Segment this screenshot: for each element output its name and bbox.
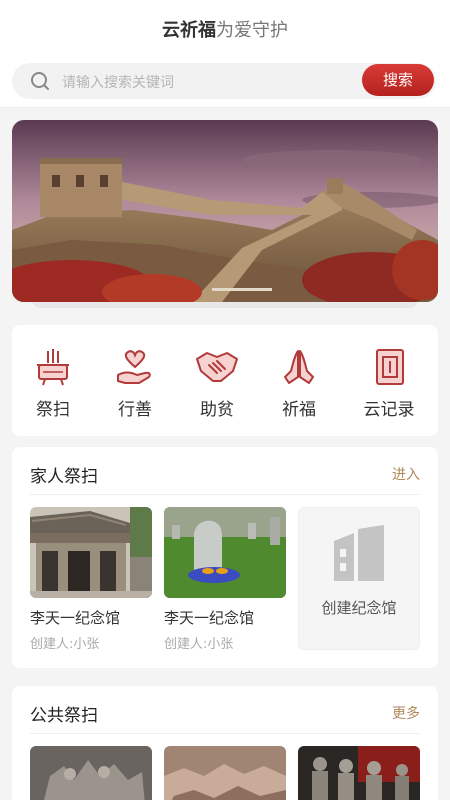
memorial-name: 李天一纪念馆: [164, 609, 255, 627]
public-memorial-card[interactable]: [298, 746, 420, 800]
section-header: 公共祭扫 更多: [30, 686, 420, 734]
search-button[interactable]: 搜索: [362, 64, 434, 96]
tombstone-photo: [164, 507, 286, 598]
section-header: 家人祭扫 进入: [30, 447, 420, 495]
memorial-card[interactable]: 李天一纪念馆 创建人:小张: [30, 507, 152, 652]
relief-sculpture-photo: [30, 746, 152, 800]
section-title: 家人祭扫: [30, 467, 98, 487]
mountain-relief-photo: [164, 746, 286, 800]
feature-menu: 祭扫 行善 助贫 祈福 云记录: [12, 325, 438, 436]
public-sweep-section: 公共祭扫 更多: [12, 686, 438, 800]
menu-label: 祭扫: [36, 400, 70, 420]
praying-hands-icon: [284, 350, 314, 384]
great-wall-photo: [12, 120, 438, 302]
memorial-card[interactable]: 李天一纪念馆 创建人:小张: [164, 507, 286, 652]
search-icon: [31, 72, 49, 90]
search-input[interactable]: 请输入搜索关键词: [62, 72, 174, 92]
header: 云祈福为爱守护 请输入搜索关键词 搜索: [0, 0, 450, 108]
menu-item-charity[interactable]: 行善: [100, 347, 170, 420]
ancestral-hall-photo: [30, 507, 152, 598]
handshake-icon: [196, 352, 238, 382]
menu-label: 云记录: [363, 400, 415, 420]
enter-link[interactable]: 进入: [392, 464, 420, 484]
record-book-icon: [376, 349, 404, 385]
search-bar[interactable]: 请输入搜索关键词 搜索: [12, 63, 436, 99]
memorial-creator: 创建人:小张: [30, 637, 100, 652]
banner-carousel[interactable]: [12, 120, 438, 302]
public-memorial-card[interactable]: [164, 746, 286, 800]
app-title-slogan: 为爱守护: [216, 20, 288, 41]
create-memorial-button[interactable]: 创建纪念馆: [298, 507, 420, 650]
public-memorial-card[interactable]: [30, 746, 152, 800]
menu-label: 祈福: [282, 400, 316, 420]
more-link[interactable]: 更多: [392, 703, 420, 723]
create-memorial-label: 创建纪念馆: [321, 599, 397, 617]
app-title: 云祈福为爱守护: [0, 16, 450, 42]
memorial-name: 李天一纪念馆: [30, 609, 121, 627]
menu-label: 助贫: [200, 400, 234, 420]
menu-item-poverty-aid[interactable]: 助贫: [182, 347, 252, 420]
menu-label: 行善: [118, 400, 152, 420]
memorial-creator: 创建人:小张: [164, 637, 234, 652]
family-sweep-section: 家人祭扫 进入 李天一纪念馆 创建人:小张 李天一纪念馆 创建人:小张 创建纪念…: [12, 447, 438, 668]
statues-photo: [298, 746, 420, 800]
menu-item-sweep[interactable]: 祭扫: [18, 347, 88, 420]
incense-burner-icon: [37, 349, 69, 386]
menu-item-blessing[interactable]: 祈福: [264, 347, 334, 420]
menu-item-cloud-record[interactable]: 云记录: [354, 347, 424, 420]
section-title: 公共祭扫: [30, 706, 98, 726]
app-title-main: 云祈福: [162, 20, 216, 41]
heart-hand-icon: [117, 350, 151, 384]
building-icon: [334, 525, 384, 581]
